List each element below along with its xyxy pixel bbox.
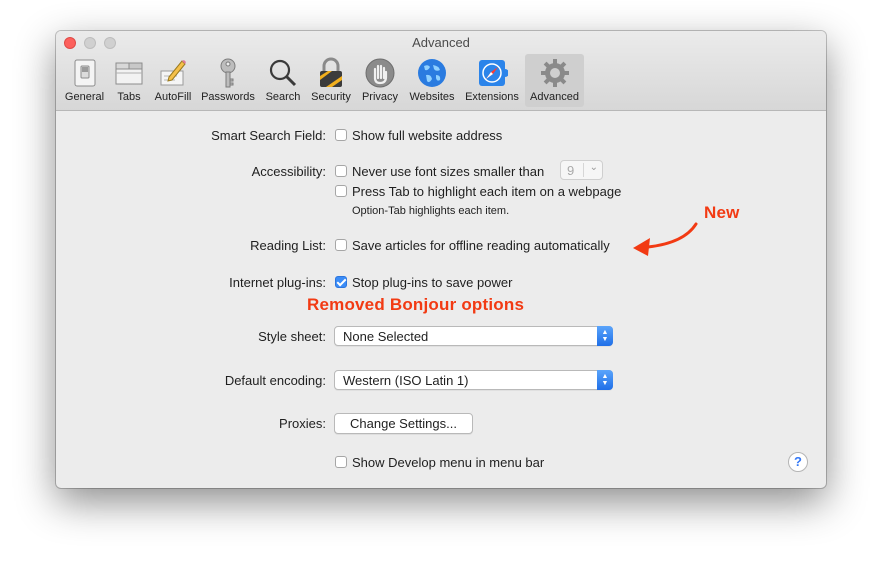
globe-icon xyxy=(418,59,446,87)
arrow-icon xyxy=(633,222,698,256)
stop-plugins-checkbox[interactable] xyxy=(335,276,347,288)
select-divider xyxy=(583,163,584,177)
change-settings-button[interactable]: Change Settings... xyxy=(334,413,473,434)
select-stepper-icon: ▲ ▼ xyxy=(597,370,613,390)
font-size-value: 9 xyxy=(567,163,575,178)
show-full-address-checkbox[interactable] xyxy=(335,129,347,141)
tab-highlight-checkbox[interactable] xyxy=(335,185,347,197)
tab-autofill[interactable]: AutoFill xyxy=(151,54,195,107)
tab-label: Security xyxy=(311,91,351,103)
tabs-icon xyxy=(115,62,143,85)
tab-label: Privacy xyxy=(361,91,399,103)
tab-label: AutoFill xyxy=(154,91,192,103)
tab-websites[interactable]: Websites xyxy=(406,54,458,107)
style-sheet-label: Style sheet: xyxy=(258,329,326,344)
proxies-label: Proxies: xyxy=(279,416,326,431)
offline-reading-checkbox[interactable] xyxy=(335,239,347,251)
tab-label: General xyxy=(64,91,105,103)
offline-reading-label: Save articles for offline reading automa… xyxy=(352,238,610,253)
font-size-select[interactable]: 9 ⌄ xyxy=(560,160,603,180)
help-button[interactable]: ? xyxy=(788,452,808,472)
accessibility-label: Accessibility: xyxy=(251,164,326,179)
option-tab-note: Option-Tab highlights each item. xyxy=(352,205,510,217)
reading-list-label: Reading List: xyxy=(250,238,326,253)
preferences-window: Advanced General Tabs AutoFill Passwords… xyxy=(56,31,826,488)
develop-menu-label: Show Develop menu in menu bar xyxy=(352,455,545,470)
autofill-pencil-icon xyxy=(160,60,186,86)
tab-label: Tabs xyxy=(117,91,141,103)
stop-plugins-label: Stop plug-ins to save power xyxy=(352,275,513,290)
chevron-down-icon: ⌄ xyxy=(589,162,598,173)
tab-security[interactable]: Security xyxy=(308,54,354,107)
smart-search-label: Smart Search Field: xyxy=(211,128,326,143)
key-icon xyxy=(220,58,236,88)
hand-icon xyxy=(365,58,395,88)
style-sheet-select[interactable]: None Selected ▲ ▼ xyxy=(334,326,613,346)
removed-bonjour-annotation: Removed Bonjour options xyxy=(307,295,525,314)
min-font-size-checkbox[interactable] xyxy=(335,165,347,177)
tab-passwords[interactable]: Passwords xyxy=(198,54,258,107)
tab-label: Passwords xyxy=(201,91,255,103)
plugins-label: Internet plug-ins: xyxy=(229,275,326,290)
develop-menu-checkbox[interactable] xyxy=(335,456,347,468)
encoding-label: Default encoding: xyxy=(224,373,326,388)
tab-tabs[interactable]: Tabs xyxy=(112,54,146,107)
encoding-value: Western (ISO Latin 1) xyxy=(343,373,469,388)
new-annotation: New xyxy=(704,203,740,222)
min-font-size-label: Never use font sizes smaller than xyxy=(352,164,545,179)
tab-advanced[interactable]: Advanced xyxy=(525,54,584,107)
show-full-address-label: Show full website address xyxy=(352,128,503,143)
window-title: Advanced xyxy=(412,35,470,50)
encoding-select[interactable]: Western (ISO Latin 1) ▲ ▼ xyxy=(334,370,613,390)
tab-privacy[interactable]: Privacy xyxy=(358,54,402,107)
tab-label: Search xyxy=(265,91,301,103)
tab-search[interactable]: Search xyxy=(261,54,305,107)
title-bar: Advanced General Tabs AutoFill Passwords… xyxy=(56,31,826,111)
magnifier-icon xyxy=(269,59,297,87)
general-switch-icon xyxy=(74,59,95,87)
tab-label: Websites xyxy=(409,91,455,103)
gear-icon xyxy=(540,59,569,87)
tab-highlight-label: Press Tab to highlight each item on a we… xyxy=(352,184,622,199)
style-sheet-value: None Selected xyxy=(343,329,429,344)
lock-icon xyxy=(320,57,342,87)
tab-label: Extensions xyxy=(465,91,519,103)
select-stepper-icon: ▲ ▼ xyxy=(597,326,613,346)
tab-label: Advanced xyxy=(530,91,579,103)
tab-extensions[interactable]: Extensions xyxy=(461,54,523,107)
tab-general[interactable]: General xyxy=(61,54,108,107)
puzzle-compass-icon xyxy=(479,60,508,86)
